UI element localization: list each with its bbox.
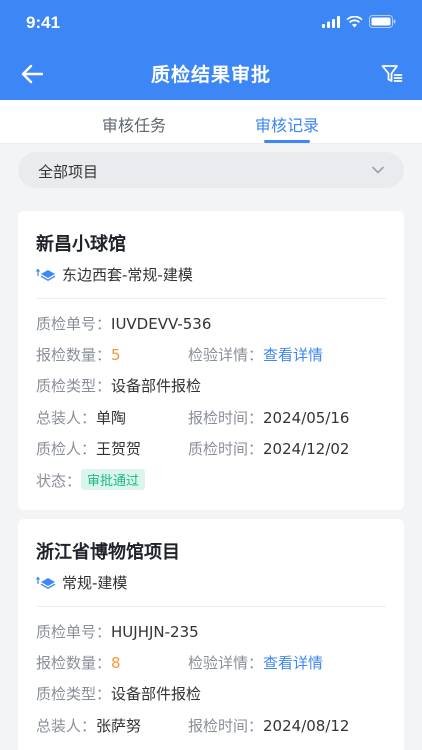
project-title: 新昌小球馆 [36, 234, 126, 255]
filter-button[interactable] [378, 60, 406, 88]
nav-bar: 质检结果审批 [0, 48, 422, 100]
page-title: 质检结果审批 [150, 64, 271, 86]
assembler-value: 单陶 [96, 409, 127, 427]
label-type: 质检类型： [36, 685, 112, 703]
subtitle-text: 东边西套-常规-建模 [62, 266, 193, 284]
inspector-value: 王贺贺 [96, 440, 142, 458]
row-assembler-time: 总装人：单陶 报检时间：2024/05/16 [36, 407, 386, 429]
label-type: 质检类型： [36, 377, 112, 395]
project-subtitle: 常规-建模 [36, 572, 127, 593]
active-tab-indicator [264, 140, 310, 143]
label-detail: 检验详情： [188, 654, 264, 672]
row-qty-detail: 报检数量：8 检验详情：查看详情 [36, 652, 386, 674]
report-time-value: 2024/08/12 [263, 717, 350, 735]
label-inspect-time: 质检时间： [188, 440, 264, 458]
project-select[interactable]: 全部项目 [18, 152, 404, 188]
wifi-icon [346, 15, 363, 27]
status-icons [322, 15, 396, 28]
layers-icon [36, 268, 56, 281]
row-status: 状态： 审批通过 [36, 469, 386, 491]
label-assembler: 总装人： [36, 409, 97, 427]
label-inspection-no: 质检单号： [36, 315, 112, 333]
project-select-value: 全部项目 [38, 163, 99, 181]
tab-review-tasks[interactable]: 审核任务 [102, 112, 166, 136]
label-detail: 检验详情： [188, 346, 264, 364]
report-qty-value: 8 [111, 654, 121, 672]
assembler-value: 张萨努 [96, 717, 142, 735]
row-inspection-no: 质检单号：IUVDEVV-536 [36, 313, 386, 335]
view-detail-link[interactable]: 查看详情 [263, 654, 323, 672]
row-assembler-time: 总装人：张萨努 报检时间：2024/08/12 [36, 715, 386, 737]
label-inspection-no: 质检单号： [36, 623, 112, 641]
project-title: 浙江省博物馆项目 [36, 542, 180, 563]
label-status: 状态： [36, 472, 82, 490]
divider [36, 606, 386, 607]
battery-icon [369, 15, 396, 28]
tab-bar: 审核任务 审核记录 [0, 100, 422, 144]
view-detail-link[interactable]: 查看详情 [263, 346, 323, 364]
status-badge: 审批通过 [81, 469, 146, 490]
status-bar: 9:41 [0, 0, 422, 48]
filter-icon [381, 65, 403, 82]
inspection-no-value: IUVDEVV-536 [111, 315, 212, 333]
label-report-qty: 报检数量： [36, 346, 112, 364]
tab-review-records[interactable]: 审核记录 [255, 112, 319, 136]
signal-icon [322, 15, 340, 28]
layers-icon [36, 576, 56, 589]
label-report-time: 报检时间： [188, 717, 264, 735]
label-inspector: 质检人： [36, 440, 97, 458]
divider [36, 298, 386, 299]
label-report-qty: 报检数量： [36, 654, 112, 672]
label-assembler: 总装人： [36, 717, 97, 735]
chevron-down-icon [372, 166, 384, 174]
project-subtitle: 东边西套-常规-建模 [36, 264, 193, 285]
inspection-no-value: HUJHJN-235 [111, 623, 199, 641]
record-card[interactable]: 浙江省博物馆项目 常规-建模 质检单号：HUJHJN-235 报检数量：8 检验… [18, 519, 404, 750]
row-qty-detail: 报检数量：5 检验详情：查看详情 [36, 344, 386, 366]
report-time-value: 2024/05/16 [263, 409, 350, 427]
report-qty-value: 5 [111, 346, 121, 364]
record-card[interactable]: 新昌小球馆 东边西套-常规-建模 质检单号：IUVDEVV-536 报检数量：5… [18, 211, 404, 510]
subtitle-text: 常规-建模 [62, 574, 128, 592]
status-time: 9:41 [26, 13, 61, 32]
type-value: 设备部件报检 [111, 377, 202, 395]
row-inspection-no: 质检单号：HUJHJN-235 [36, 621, 386, 643]
row-type: 质检类型：设备部件报检 [36, 683, 386, 705]
type-value: 设备部件报检 [111, 685, 202, 703]
app-header: 9:41 质检结果审批 [0, 0, 422, 100]
inspect-time-value: 2024/12/02 [263, 440, 350, 458]
row-inspector-time: 质检人：王贺贺 质检时间：2024/12/02 [36, 438, 386, 460]
row-type: 质检类型：设备部件报检 [36, 375, 386, 397]
label-report-time: 报检时间： [188, 409, 264, 427]
